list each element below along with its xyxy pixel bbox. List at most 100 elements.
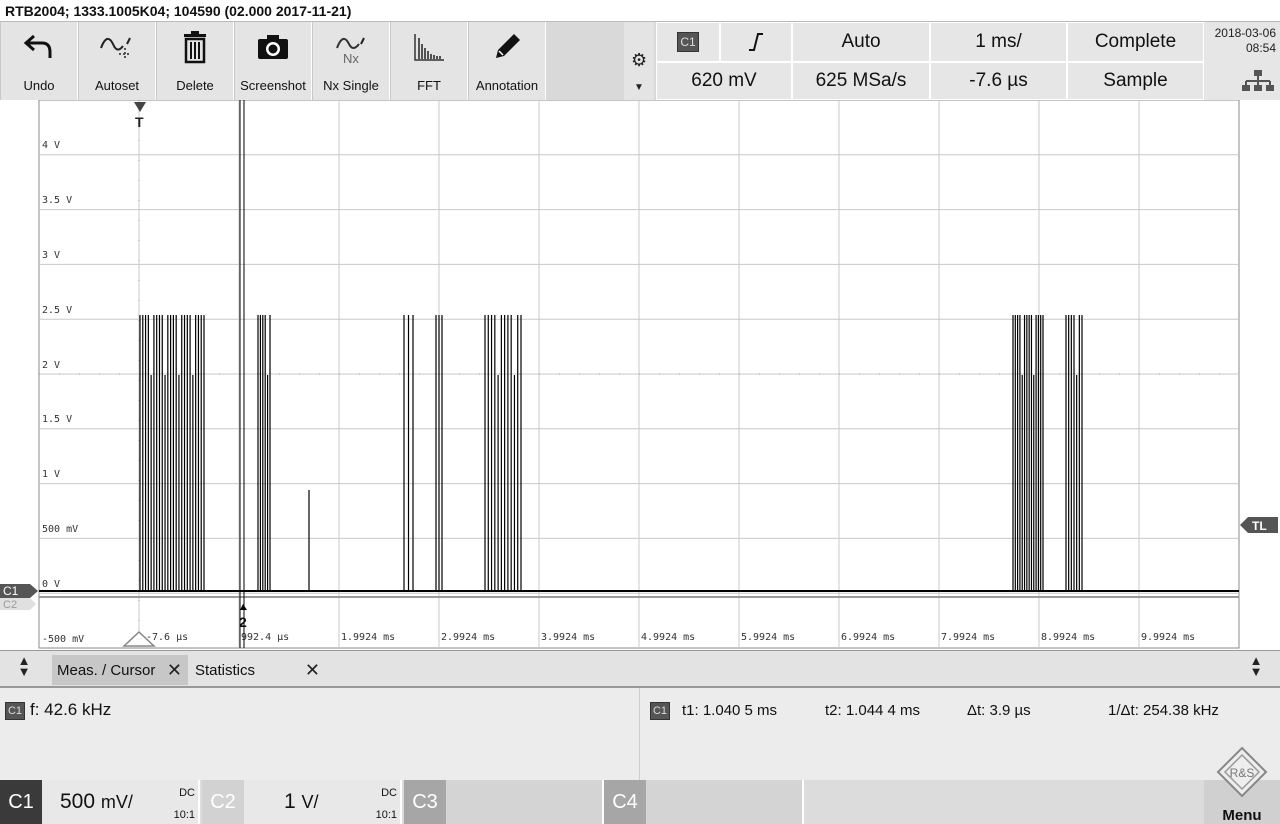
- close-icon[interactable]: ✕: [167, 660, 182, 681]
- channel-bar: C1 500 mV/ DC 10:1 C2 1 V/ DC 10:1 C3 C4: [0, 780, 1280, 824]
- rs-logo-text: R&S: [1230, 766, 1255, 780]
- cursor-channel-badge: C1: [650, 702, 670, 720]
- tab-statistics-label: Statistics: [195, 661, 256, 679]
- delete-button[interactable]: Delete: [156, 22, 234, 100]
- autoset-icon: [79, 30, 155, 64]
- fft-button[interactable]: FFT: [390, 22, 468, 100]
- x-tick-label: 2.9924 ms: [441, 632, 495, 643]
- c1-level-label: C1: [3, 584, 19, 598]
- channel-c1-scale-value: 500: [60, 790, 96, 813]
- x-tick-label: 7.9924 ms: [941, 632, 995, 643]
- trigger-type-button[interactable]: [720, 22, 792, 62]
- channel-c3-name: C3: [404, 780, 446, 824]
- tab-meas-cursor[interactable]: Meas. / Cursor ✕: [52, 655, 188, 685]
- measurement-tabs: ▲ ▼ Meas. / Cursor ✕ Statistics ✕ ▲ ▼: [0, 650, 1280, 688]
- channel-c2-name: C2: [202, 780, 244, 824]
- tab-statistics[interactable]: Statistics ✕: [190, 655, 326, 685]
- sample-rate-button[interactable]: 625 MSa/s: [792, 62, 930, 100]
- undo-label: Undo: [23, 78, 55, 93]
- scroll-updown-left-icon[interactable]: ▲ ▼: [12, 654, 36, 685]
- dropdown-icon: ▼: [634, 82, 644, 93]
- menu-button[interactable]: R&S Menu: [1204, 746, 1280, 824]
- panel-divider: [639, 688, 640, 780]
- trigger-mode-button[interactable]: Auto: [792, 22, 930, 62]
- close-icon[interactable]: ✕: [305, 660, 320, 681]
- cursor-t2-value: t2: 1.044 4 ms: [825, 702, 921, 719]
- undo-icon: [1, 30, 77, 64]
- channel-c4[interactable]: C4: [604, 780, 804, 824]
- trigger-level-button[interactable]: 620 mV: [656, 62, 792, 100]
- y-tick-label: 1 V: [42, 469, 60, 480]
- x-tick-label: 992.4 µs: [241, 632, 289, 643]
- cursor-inv-dt-value: 1/Δt: 254.38 kHz: [1108, 702, 1219, 719]
- fft-icon: [391, 30, 467, 64]
- annotation-button[interactable]: Annotation: [468, 22, 546, 100]
- menu-label: Menu: [1222, 807, 1262, 824]
- nx-single-icon: Nx: [313, 30, 389, 64]
- channel-c2-scale: 1 V/: [284, 790, 319, 814]
- x-tick-label: 8.9924 ms: [1041, 632, 1095, 643]
- fft-label: FFT: [417, 78, 441, 93]
- channel-c1-scale: 500 mV/: [60, 790, 133, 814]
- y-tick-label: 3 V: [42, 250, 60, 261]
- screenshot-label: Screenshot: [240, 78, 306, 93]
- y-tick-label: 500 mV: [42, 524, 78, 535]
- scroll-updown-right-icon[interactable]: ▲ ▼: [1244, 654, 1268, 685]
- screenshot-button[interactable]: Screenshot: [234, 22, 312, 100]
- channel-c2-scale-value: 1: [284, 790, 296, 813]
- camera-icon: [235, 30, 311, 64]
- acquisition-mode-button[interactable]: Sample: [1067, 62, 1204, 100]
- annotation-label: Annotation: [475, 78, 539, 93]
- channel-c2-coupling: DC: [381, 787, 397, 799]
- network-icon: [1242, 70, 1274, 91]
- x-tick-label: 1.9924 ms: [341, 632, 395, 643]
- y-tick-label: 0 V: [42, 579, 60, 590]
- trash-icon: [157, 30, 233, 64]
- autoset-button[interactable]: Autoset: [78, 22, 156, 100]
- y-tick-label: 4 V: [42, 140, 60, 151]
- trigger-offset-button[interactable]: -7.6 µs: [930, 62, 1067, 100]
- undo-button[interactable]: Undo: [0, 22, 78, 100]
- timebase-button[interactable]: 1 ms/: [930, 22, 1067, 62]
- settings-gear-button[interactable]: ⚙ ▼: [624, 22, 654, 100]
- x-tick-label: 5.9924 ms: [741, 632, 795, 643]
- channel-c2-probe: 10:1: [375, 809, 397, 821]
- title-bar: RTB2004; 1333.1005K04; 104590 (02.000 20…: [0, 0, 1280, 22]
- nx-glyph: Nx: [343, 51, 359, 64]
- y-tick-label: -500 mV: [42, 634, 84, 645]
- channel-c1-coupling: DC: [179, 787, 195, 799]
- nx-single-label: Nx Single: [323, 78, 379, 93]
- channel-badge: C1: [677, 32, 699, 52]
- rs-logo-icon: R&S: [1216, 746, 1268, 798]
- cursor-t1-value: t1: 1.040 5 ms: [682, 702, 778, 719]
- waveform-display[interactable]: 4 V 3.5 V 3 V 2.5 V 2 V 1.5 V 1 V 500 mV 0 V -500…: [0, 100, 1280, 650]
- datetime-panel: 2018-03-06 08:54: [1204, 22, 1280, 100]
- x-tick-label: -7.6 µs: [146, 632, 188, 643]
- channel-c1-scale-unit: mV/: [100, 792, 133, 812]
- y-tick-label: 2 V: [42, 360, 60, 371]
- y-tick-label: 1.5 V: [42, 414, 72, 425]
- c2-level-label: C2: [3, 599, 17, 611]
- nx-single-button[interactable]: Nx Nx Single: [312, 22, 390, 100]
- y-tick-label: 2.5 V: [42, 305, 72, 316]
- gear-icon: ⚙: [631, 50, 648, 70]
- autoset-label: Autoset: [94, 78, 140, 93]
- channel-c1[interactable]: C1 500 mV/ DC 10:1: [0, 780, 200, 824]
- trigger-marker-label: T: [135, 114, 144, 130]
- grid: [38, 100, 1240, 649]
- channel-c2[interactable]: C2 1 V/ DC 10:1: [202, 780, 402, 824]
- measurement-channel-badge: C1: [5, 702, 25, 720]
- acquisition-status-button[interactable]: Complete: [1067, 22, 1204, 62]
- x-tick-label: 4.9924 ms: [641, 632, 695, 643]
- channel-select[interactable]: C1: [656, 22, 720, 62]
- channel-c3[interactable]: C3: [404, 780, 604, 824]
- y-tick-label: 3.5 V: [42, 195, 72, 206]
- tl-marker-label: TL: [1252, 519, 1267, 533]
- pencil-icon: [469, 30, 545, 64]
- waveform-canvas[interactable]: 4 V 3.5 V 3 V 2.5 V 2 V 1.5 V 1 V 500 mV 0 V -500…: [0, 100, 1280, 650]
- channel-c1-name: C1: [0, 780, 42, 824]
- measurement-panel: C1 f: 42.6 kHz C1 t1: 1.040 5 ms t2: 1.0…: [0, 688, 1280, 780]
- window-title: RTB2004; 1333.1005K04; 104590 (02.000 20…: [5, 3, 352, 19]
- x-tick-label: 6.9924 ms: [841, 632, 895, 643]
- channel-c1-probe: 10:1: [173, 809, 195, 821]
